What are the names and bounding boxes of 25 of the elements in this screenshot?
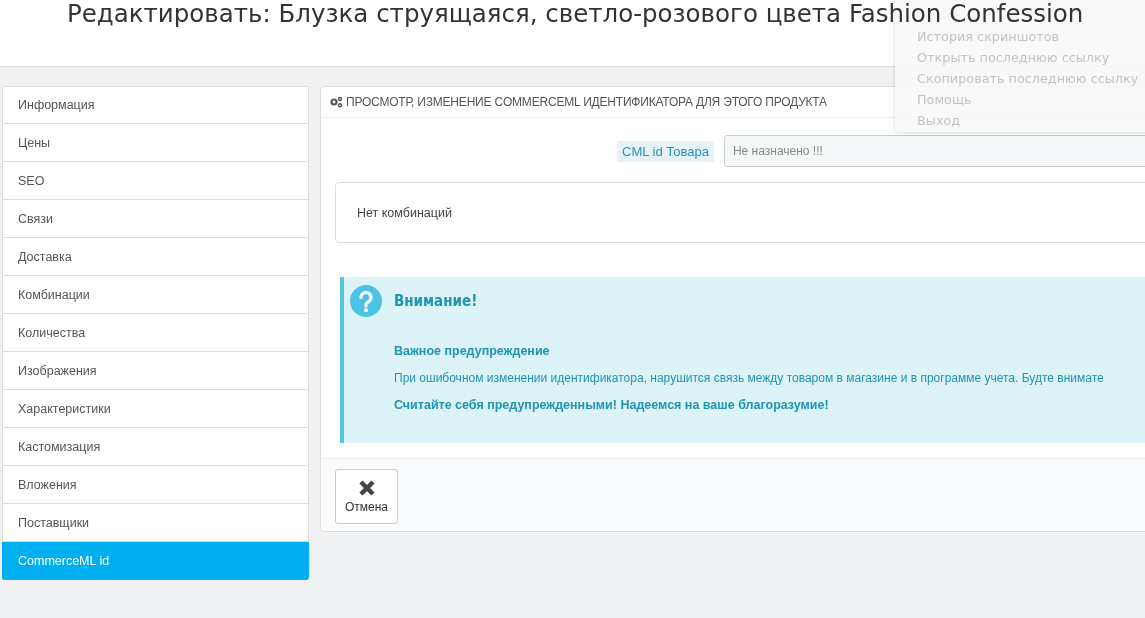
cml-id-field[interactable]: Не назначено !!! bbox=[723, 135, 1145, 167]
alert-title: Внимание! bbox=[394, 292, 478, 310]
gears-icon bbox=[329, 96, 343, 108]
sidebar-tab[interactable]: Информация bbox=[2, 86, 309, 124]
sidebar-tab[interactable]: Доставка bbox=[2, 238, 309, 276]
alert-footer: Считайте себя предупрежденными! Надеемся на ваше благоразумие! bbox=[394, 398, 829, 412]
sidebar-tab[interactable]: Изображения bbox=[2, 352, 309, 390]
alert-subtitle: Важное предупреждение bbox=[394, 344, 550, 358]
cancel-button[interactable]: Отмена bbox=[335, 469, 398, 524]
close-icon bbox=[357, 479, 376, 497]
sidebar-tab[interactable]: Цены bbox=[2, 124, 309, 162]
sidebar-tab[interactable]: Комбинации bbox=[2, 276, 309, 314]
field-label: CML id Товара bbox=[617, 140, 714, 162]
sidebar-tab[interactable]: Кастомизация bbox=[2, 428, 309, 466]
sidebar-tab[interactable]: SEO bbox=[2, 162, 309, 200]
question-icon bbox=[350, 285, 382, 317]
sidebar-tab[interactable]: Поставщики bbox=[2, 504, 309, 542]
sidebar-tab[interactable]: Связи bbox=[2, 200, 309, 238]
sidebar-tab[interactable]: Количества bbox=[2, 314, 309, 352]
combinations-note: Нет комбинаций bbox=[335, 182, 1145, 243]
page-title: Редактировать: Блузка струящаяся, светло-розового цвета Fashion Confession bbox=[67, 0, 1084, 27]
sidebar-tab[interactable]: Вложения bbox=[2, 466, 309, 504]
sidebar-tab[interactable]: Характеристики bbox=[2, 390, 309, 428]
alert-text: При ошибочном изменении идентификатора, нарушится связь между товаром в магазине и в программе учета. Будте внимате bbox=[394, 371, 1104, 385]
panel-heading: ПРОСМОТР, ИЗМЕНЕНИЕ COMMERCEML ИДЕНТИФИКАТОРА ДЛЯ ЭТОГО ПРОДУКТА bbox=[346, 95, 827, 109]
